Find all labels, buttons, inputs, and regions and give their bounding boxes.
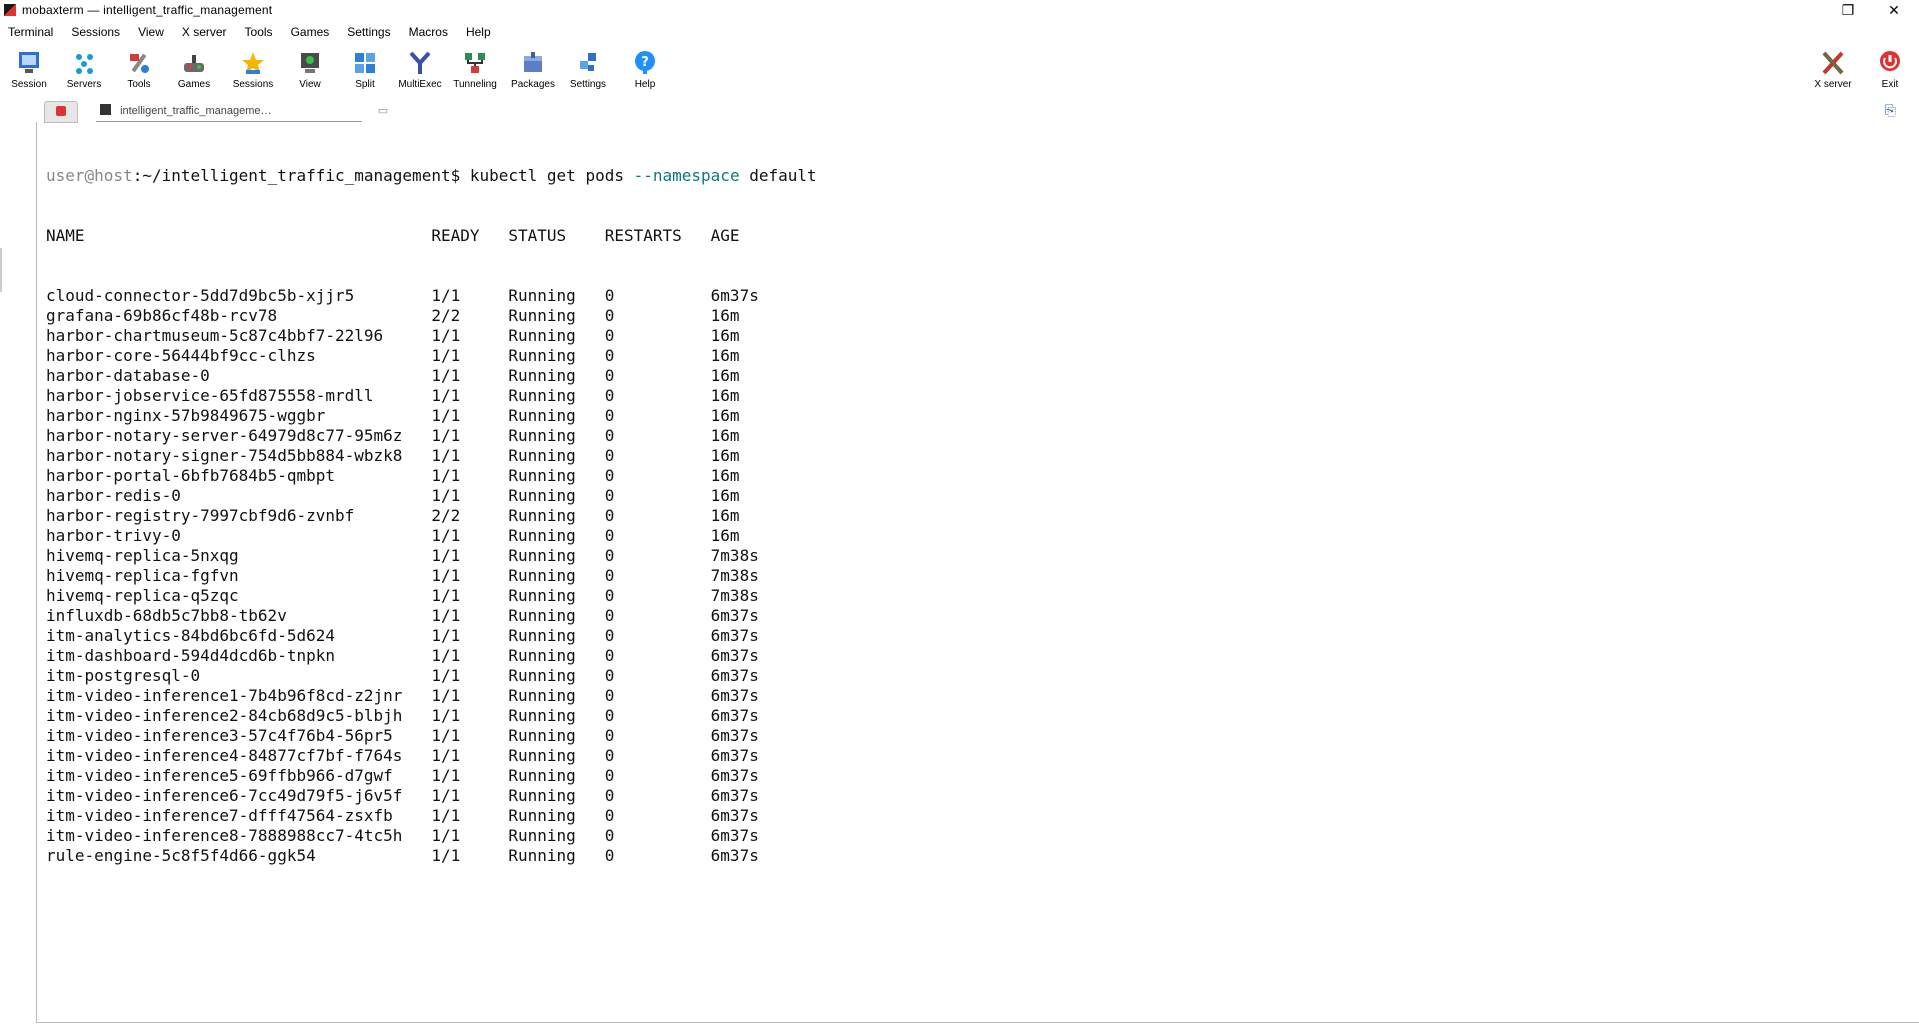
view-icon [297, 50, 323, 76]
exit-icon [1877, 50, 1903, 76]
close-button[interactable]: ✕ [1884, 1, 1904, 19]
table-header-row: NAME READY STATUS RESTARTS AGE [46, 226, 769, 245]
menu-terminal[interactable]: Terminal [0, 25, 63, 39]
packages-icon [520, 50, 546, 76]
new-tab-button[interactable]: ▭ [366, 101, 400, 121]
table-row: itm-postgresql-0 1/1 Running 0 6m37s [46, 666, 769, 685]
table-row: influxdb-68db5c7bb8-tb62v 1/1 Running 0 … [46, 606, 769, 625]
view-button[interactable]: View [283, 48, 337, 94]
table-row: itm-video-inference4-84877cf7bf-f764s 1/… [46, 746, 769, 765]
menu-macros[interactable]: Macros [401, 25, 458, 39]
table-row: harbor-core-56444bf9cc-clhzs 1/1 Running… [46, 346, 769, 365]
multiexec-icon [407, 50, 433, 76]
table-row: harbor-jobservice-65fd875558-mrdll 1/1 R… [46, 386, 769, 405]
prompt-path: :~/intelligent_traffic_management$ [132, 166, 461, 185]
menu-tools[interactable]: Tools [237, 25, 283, 39]
menu-bar: Terminal Sessions View X server Tools Ga… [0, 22, 501, 42]
menu-help[interactable]: Help [458, 25, 501, 39]
attach-icon[interactable]: ⎘ [1885, 102, 1896, 119]
table-row: hivemq-replica-5nxqg 1/1 Running 0 7m38s [46, 546, 769, 565]
table-row: hivemq-replica-fgfvn 1/1 Running 0 7m38s [46, 566, 769, 585]
app-logo-icon [4, 4, 16, 16]
tab-strip: intelligent_traffic_manageme… ▭ ⎘ [36, 100, 1896, 123]
command-text: kubectl get pods [460, 166, 634, 185]
session-icon [16, 50, 42, 76]
prompt-host: user@host [46, 166, 133, 185]
menu-settings[interactable]: Settings [339, 25, 400, 39]
packages-button[interactable]: Packages [506, 48, 560, 94]
table-row: itm-video-inference8-7888988cc7-4tc5h 1/… [46, 826, 769, 845]
table-row: itm-dashboard-594d4dcd6b-tnpkn 1/1 Runni… [46, 646, 769, 665]
table-row: harbor-chartmuseum-5c87c4bbf7-22l96 1/1 … [46, 326, 769, 345]
tunneling-icon [462, 50, 488, 76]
split-icon [352, 50, 378, 76]
table-row: itm-video-inference3-57c4f76b4-56pr5 1/1… [46, 726, 769, 745]
tunneling-button[interactable]: Tunneling [448, 48, 502, 94]
menu-games[interactable]: Games [283, 25, 340, 39]
table-row: itm-video-inference5-69ffbb966-d7gwf 1/1… [46, 766, 769, 785]
help-icon: ? [632, 50, 658, 76]
sessions-star-button[interactable]: Sessions [226, 48, 280, 94]
tab-home[interactable] [44, 101, 78, 123]
table-row: itm-video-inference6-7cc49d79f5-j6v5f 1/… [46, 786, 769, 805]
tab-session-label: intelligent_traffic_manageme… [120, 105, 272, 117]
menu-xserver[interactable]: X server [174, 25, 237, 39]
partially-hidden-row [46, 906, 817, 912]
star-icon [240, 50, 266, 76]
table-row: harbor-redis-0 1/1 Running 0 16m [46, 486, 769, 505]
table-row: grafana-69b86cf48b-rcv78 2/2 Running 0 1… [46, 306, 769, 325]
command-arg: default [739, 166, 817, 185]
prompt-line: user@host:~/intelligent_traffic_manageme… [46, 166, 817, 186]
toolbar: Session Servers Tools Games Sessions Vie… [0, 44, 1919, 94]
table-row: itm-analytics-84bd6bc6fd-5d624 1/1 Runni… [46, 626, 769, 645]
games-button[interactable]: Games [167, 48, 221, 94]
xserver-button[interactable]: X server [1806, 48, 1860, 94]
menu-sessions[interactable]: Sessions [63, 25, 130, 39]
pods-table: cloud-connector-5dd7d9bc5b-xjjr5 1/1 Run… [46, 286, 817, 866]
tools-button[interactable]: Tools [112, 48, 166, 94]
help-button[interactable]: ? Help [618, 48, 672, 94]
left-edge-marker [0, 248, 2, 292]
servers-button[interactable]: Servers [57, 48, 111, 94]
table-row: harbor-nginx-57b9849675-wggbr 1/1 Runnin… [46, 406, 769, 425]
menu-view[interactable]: View [130, 25, 174, 39]
table-row: rule-engine-5c8f5f4d66-ggk54 1/1 Running… [46, 846, 769, 865]
table-row: harbor-notary-signer-754d5bb884-wbzk8 1/… [46, 446, 769, 465]
xserver-icon [1820, 50, 1846, 76]
split-button[interactable]: Split [338, 48, 392, 94]
command-flag: --namespace [633, 166, 740, 185]
window-title: mobaxterm — intelligent_traffic_manageme… [22, 3, 273, 17]
restore-button[interactable]: ❐ [1838, 1, 1858, 19]
session-button[interactable]: Session [2, 48, 56, 94]
table-row: itm-video-inference7-dfff47564-zsxfb 1/1… [46, 806, 769, 825]
tab-session-active[interactable]: intelligent_traffic_manageme… [96, 101, 362, 122]
table-row: hivemq-replica-q5zqc 1/1 Running 0 7m38s [46, 586, 769, 605]
table-row: itm-video-inference2-84cb68d9c5-blbjh 1/… [46, 706, 769, 725]
table-row: harbor-registry-7997cbf9d6-zvnbf 2/2 Run… [46, 506, 769, 525]
home-icon [56, 106, 66, 116]
terminal-output[interactable]: user@host:~/intelligent_traffic_manageme… [46, 126, 817, 932]
title-bar: mobaxterm — intelligent_traffic_manageme… [0, 0, 1919, 22]
table-row: harbor-portal-6bfb7684b5-qmbpt 1/1 Runni… [46, 466, 769, 485]
table-row: itm-video-inference1-7b4b96f8cd-z2jnr 1/… [46, 686, 769, 705]
table-row: harbor-notary-server-64979d8c77-95m6z 1/… [46, 426, 769, 445]
table-row: harbor-trivy-0 1/1 Running 0 16m [46, 526, 769, 545]
tools-icon [126, 50, 152, 76]
games-icon [181, 50, 207, 76]
table-row: harbor-database-0 1/1 Running 0 16m [46, 366, 769, 385]
exit-button[interactable]: Exit [1863, 48, 1917, 94]
new-tab-icon: ▭ [377, 105, 389, 117]
terminal-icon [100, 104, 111, 115]
svg-text:?: ? [641, 55, 649, 70]
servers-icon [71, 50, 97, 76]
settings-icon [575, 50, 601, 76]
multiexec-button[interactable]: MultiExec [393, 48, 447, 94]
table-row: cloud-connector-5dd7d9bc5b-xjjr5 1/1 Run… [46, 286, 769, 305]
settings-button[interactable]: Settings [561, 48, 615, 94]
